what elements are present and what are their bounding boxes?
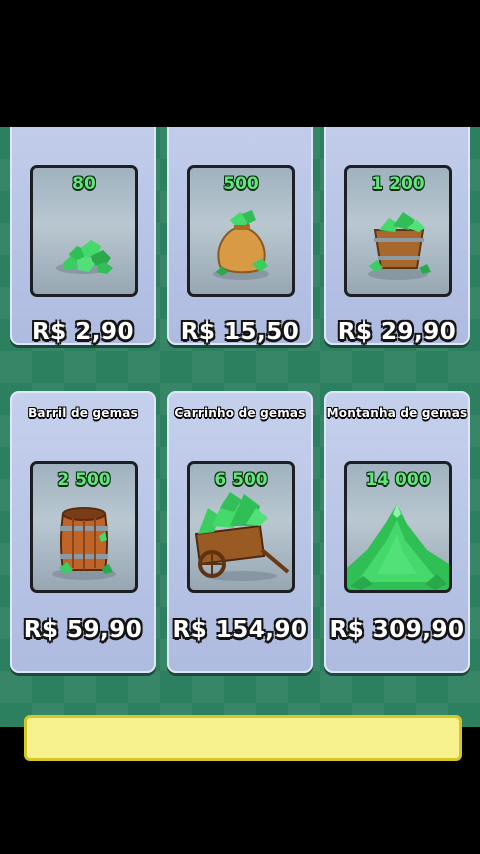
gem-shop: 80 R$ 2,90 500 R$ 15,50 1 200 R$ 29,90 B… bbox=[0, 127, 480, 727]
gem-offer-card-1[interactable]: 80 R$ 2,90 bbox=[10, 127, 156, 345]
gem-offer-tile: 500 bbox=[187, 165, 295, 297]
gem-offer-card-4[interactable]: Barril de gemas 2 500 R$ 59,90 bbox=[10, 391, 156, 673]
gem-offer-tile: 2 500 bbox=[30, 461, 138, 593]
price-label: R$ 59,90 bbox=[23, 617, 143, 643]
price-label: R$ 154,90 bbox=[172, 617, 308, 643]
gem-amount: 1 200 bbox=[371, 174, 425, 194]
card-title: Carrinho de gemas bbox=[174, 406, 306, 420]
price-label: R$ 309,90 bbox=[329, 617, 465, 643]
gem-amount: 14 000 bbox=[365, 470, 431, 490]
price-label: R$ 29,90 bbox=[337, 319, 457, 345]
bottom-banner[interactable] bbox=[24, 715, 462, 761]
card-title: Barril de gemas bbox=[28, 406, 138, 420]
gem-offer-tile: 14 000 bbox=[344, 461, 452, 593]
gem-amount: 80 bbox=[72, 174, 96, 194]
gem-offer-card-5[interactable]: Carrinho de gemas 6 500 R$ 154,90 bbox=[167, 391, 313, 673]
gem-offer-tile: 80 bbox=[30, 165, 138, 297]
price-label: R$ 15,50 bbox=[180, 319, 300, 345]
gem-offer-tile: 6 500 bbox=[187, 461, 295, 593]
gem-offer-card-6[interactable]: Montanha de gemas 14 000 R$ 309,90 bbox=[324, 391, 470, 673]
gem-amount: 500 bbox=[223, 174, 259, 194]
gem-offer-card-2[interactable]: 500 R$ 15,50 bbox=[167, 127, 313, 345]
gem-amount: 2 500 bbox=[57, 470, 111, 490]
gem-offer-card-3[interactable]: 1 200 R$ 29,90 bbox=[324, 127, 470, 345]
card-title: Montanha de gemas bbox=[326, 406, 468, 420]
price-label: R$ 2,90 bbox=[32, 319, 134, 345]
gem-amount: 6 500 bbox=[214, 470, 268, 490]
gem-offer-tile: 1 200 bbox=[344, 165, 452, 297]
